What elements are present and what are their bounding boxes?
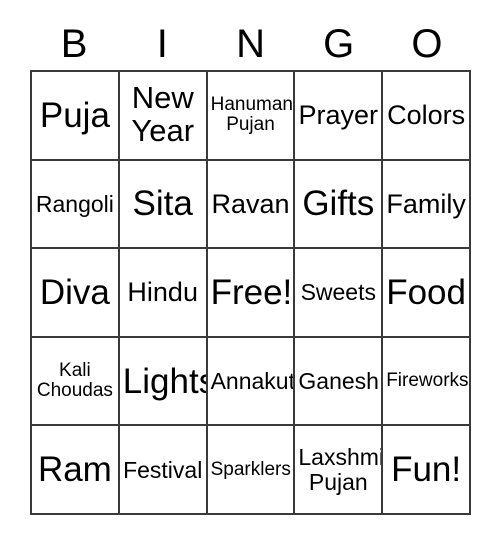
bingo-cell-label: Hanuman Pujan — [210, 94, 293, 136]
bingo-cell[interactable]: Sita — [119, 160, 208, 250]
bingo-cell[interactable]: Free! — [207, 249, 296, 338]
bingo-cell[interactable]: Festival — [119, 426, 208, 515]
bingo-cell[interactable]: Laxshmi Pujan — [295, 426, 384, 515]
bingo-cell-label: Prayer — [298, 99, 379, 130]
bingo-cell-label: Puja — [39, 95, 110, 135]
header-letter-b: B — [60, 22, 88, 66]
bingo-cell[interactable]: Rangoli — [32, 160, 120, 250]
bingo-cell[interactable]: Hindu — [119, 249, 208, 338]
bingo-cell-label: Sita — [132, 184, 193, 224]
bingo-cell-label: Food — [386, 272, 466, 312]
bingo-grid: Puja New Year Hanuman Pujan Prayer Colors Ran… — [30, 70, 471, 515]
bingo-cell-label: Colors — [387, 99, 466, 130]
header-letter-o: O — [411, 22, 443, 66]
bingo-cell-label: Fireworks — [386, 370, 469, 392]
bingo-header: B I N G O — [30, 18, 471, 70]
bingo-cell-label: Laxshmi Pujan — [298, 444, 384, 495]
bingo-cell[interactable]: Fireworks — [383, 337, 471, 427]
bingo-cell-label: Fun! — [391, 450, 462, 490]
bingo-cell-label: Gifts — [302, 184, 375, 224]
bingo-cell[interactable]: Puja — [32, 72, 120, 161]
bingo-cell-label: Ram — [37, 450, 112, 490]
bingo-cell-label: Lights — [122, 361, 208, 401]
bingo-cell[interactable]: Lights — [119, 337, 208, 427]
bingo-cell[interactable]: Colors — [383, 72, 471, 161]
bingo-cell-label: Ravan — [211, 188, 290, 219]
header-letter-g: G — [323, 22, 355, 66]
bingo-card: B I N G O Puja New Year Hanuman Pujan Praye… — [0, 0, 500, 544]
bingo-cell-label: Free! — [210, 272, 293, 312]
header-letter-n: N — [236, 22, 265, 66]
bingo-cell[interactable]: Sparklers — [207, 426, 296, 515]
bingo-cell[interactable]: New Year — [119, 72, 208, 161]
bingo-cell[interactable]: Kali Choudas — [32, 337, 120, 427]
bingo-cell[interactable]: Family — [383, 160, 471, 250]
header-letter-i: I — [156, 22, 168, 66]
bingo-cell[interactable]: Prayer — [295, 72, 384, 161]
bingo-cell[interactable]: Fun! — [383, 426, 471, 515]
bingo-cell[interactable]: Ravan — [207, 160, 296, 250]
bingo-cell[interactable]: Sweets — [295, 249, 384, 338]
bingo-cell[interactable]: Gifts — [295, 160, 384, 250]
bingo-cell-label: Ganesh — [298, 367, 379, 394]
bingo-cell-label: New Year — [131, 80, 195, 149]
bingo-cell-label: Kali Choudas — [36, 359, 113, 402]
bingo-cell[interactable]: Ganesh — [295, 337, 384, 427]
bingo-cell-label: Festival — [123, 456, 203, 483]
bingo-cell[interactable]: Hanuman Pujan — [207, 72, 296, 161]
bingo-cell[interactable]: Food — [383, 249, 471, 338]
bingo-cell-label: Family — [386, 188, 466, 219]
bingo-cell-label: Sweets — [300, 279, 376, 306]
bingo-cell-label: Diva — [39, 272, 110, 312]
bingo-cell[interactable]: Ram — [32, 426, 120, 515]
bingo-cell-label: Rangoli — [35, 190, 114, 217]
bingo-cell-label: Annakut — [210, 367, 295, 394]
bingo-cell-label: Sparklers — [210, 458, 291, 480]
bingo-cell[interactable]: Annakut — [207, 337, 296, 427]
bingo-cell[interactable]: Diva — [32, 249, 120, 338]
bingo-cell-label: Hindu — [127, 277, 198, 308]
